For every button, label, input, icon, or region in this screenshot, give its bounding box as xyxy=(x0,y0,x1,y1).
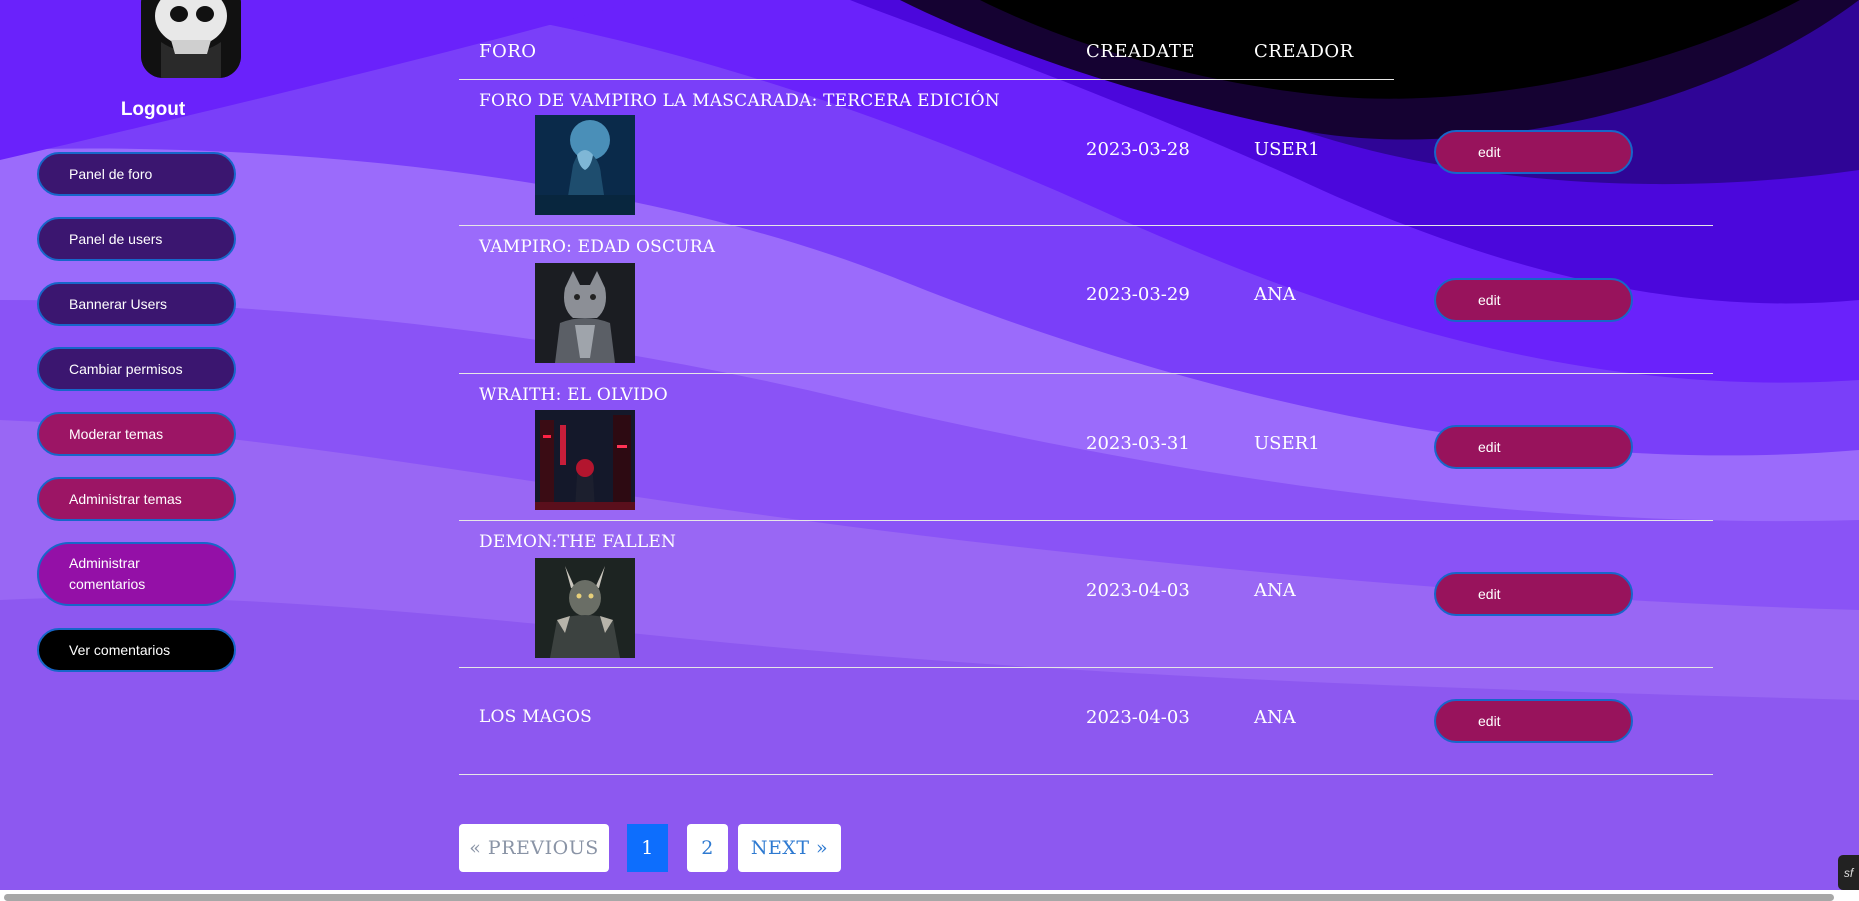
page-1-button[interactable]: 1 xyxy=(627,824,668,872)
page-2-button[interactable]: 2 xyxy=(687,824,728,872)
header-creador: CREADOR xyxy=(1254,41,1354,62)
edit-button[interactable]: edit xyxy=(1434,425,1633,469)
header-foro: FORO xyxy=(479,41,537,62)
symfony-toolbar-icon[interactable]: sf xyxy=(1838,855,1859,890)
forum-name[interactable]: LOS MAGOS xyxy=(479,707,592,727)
createdate-cell: 2023-03-28 xyxy=(1086,139,1190,160)
forum-name[interactable]: FORO DE VAMPIRO LA MASCARADA: TERCERA ED… xyxy=(479,91,1000,111)
forum-name[interactable]: VAMPIRO: EDAD OSCURA xyxy=(479,237,715,257)
nav-label: Moderar temas xyxy=(69,425,164,442)
creador-cell: USER1 xyxy=(1254,433,1320,454)
createdate-cell: 2023-03-29 xyxy=(1086,284,1190,305)
forum-name[interactable]: DEMON:THE FALLEN xyxy=(479,532,676,552)
nav-label: Administrar temas xyxy=(69,490,182,507)
edit-button[interactable]: edit xyxy=(1434,699,1633,743)
table-row: DEMON:THE FALLEN 2023-04-03 ANA edit xyxy=(459,522,1713,668)
creador-cell: ANA xyxy=(1254,284,1296,305)
creador-cell: ANA xyxy=(1254,580,1296,601)
ver-comentarios-button[interactable]: Ver comentarios xyxy=(37,628,236,672)
panel-de-foro-button[interactable]: Panel de foro xyxy=(37,152,236,196)
edit-button[interactable]: edit xyxy=(1434,130,1633,174)
forum-thumbnail xyxy=(535,263,635,363)
header-createdate: CREADATE xyxy=(1086,41,1196,62)
table-row: VAMPIRO: EDAD OSCURA 2023-03-29 ANA edit xyxy=(459,227,1713,374)
cambiar-permisos-button[interactable]: Cambiar permisos xyxy=(37,347,236,391)
table-row: LOS MAGOS 2023-04-03 ANA edit xyxy=(459,669,1713,775)
red-hood-city-image-icon xyxy=(535,410,635,510)
horned-demon-image-icon xyxy=(535,558,635,658)
nav-label: Panel de foro xyxy=(69,165,153,182)
table-header: FORO CREADATE CREADOR xyxy=(459,0,1394,80)
createdate-cell: 2023-04-03 xyxy=(1086,707,1190,728)
skull-avatar-icon xyxy=(141,0,241,78)
nav-label: Panel de users xyxy=(69,230,163,247)
moderar-temas-button[interactable]: Moderar temas xyxy=(37,412,236,456)
blue-werewolf-image-icon xyxy=(535,115,635,215)
table-row: FORO DE VAMPIRO LA MASCARADA: TERCERA ED… xyxy=(459,81,1713,226)
logout-link[interactable]: Logout xyxy=(60,99,246,121)
createdate-cell: 2023-03-31 xyxy=(1086,433,1190,454)
creador-cell: USER1 xyxy=(1254,139,1320,160)
administrar-temas-button[interactable]: Administrar temas xyxy=(37,477,236,521)
sidebar: Logout Panel de foro Panel de users Bann… xyxy=(0,0,310,901)
bannerar-users-button[interactable]: Bannerar Users xyxy=(37,282,236,326)
forum-thumbnail xyxy=(535,115,635,215)
edit-button[interactable]: edit xyxy=(1434,572,1633,616)
forum-thumbnail xyxy=(535,410,635,510)
nav-label: Administrar comentarios xyxy=(69,555,146,592)
horizontal-scrollbar[interactable] xyxy=(0,890,1859,901)
forum-table: FORO CREADATE CREADOR FORO DE VAMPIRO LA… xyxy=(459,0,1713,901)
table-row: WRAITH: EL OLVIDO 2023-03-31 USER1 edit xyxy=(459,375,1713,521)
nav-label: Cambiar permisos xyxy=(69,360,183,377)
previous-page-button[interactable]: « PREVIOUS xyxy=(459,824,609,872)
nav-label: Ver comentarios xyxy=(69,641,171,658)
forum-thumbnail xyxy=(535,558,635,658)
createdate-cell: 2023-04-03 xyxy=(1086,580,1190,601)
administrar-comentarios-button[interactable]: Administrar comentarios xyxy=(37,542,236,606)
armored-cat-warrior-image-icon xyxy=(535,263,635,363)
creador-cell: ANA xyxy=(1254,707,1296,728)
next-page-button[interactable]: NEXT » xyxy=(738,824,841,872)
forum-name[interactable]: WRAITH: EL OLVIDO xyxy=(479,385,668,405)
avatar[interactable] xyxy=(141,0,241,78)
scrollbar-thumb[interactable] xyxy=(4,894,1834,901)
edit-button[interactable]: edit xyxy=(1434,278,1633,322)
nav-label: Bannerar Users xyxy=(69,295,168,312)
panel-de-users-button[interactable]: Panel de users xyxy=(37,217,236,261)
